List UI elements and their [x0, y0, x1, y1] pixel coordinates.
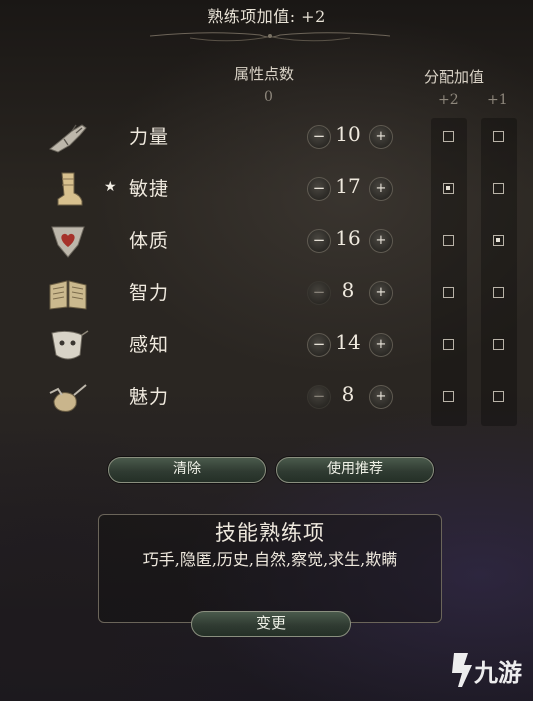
decrease-button[interactable]: − [307, 125, 331, 149]
heart-shield-icon [51, 226, 85, 258]
attribute-value: 16 [335, 226, 361, 250]
ability-points-remaining: 0 [264, 89, 273, 105]
attribute-row-intelligence: 智力 − 8 + [0, 273, 533, 313]
bonus-plus1-header: +1 [487, 92, 508, 108]
attribute-value: 14 [335, 330, 361, 354]
bonus-plus1-checkbox[interactable] [493, 339, 504, 350]
primary-ability-star-icon: ★ [104, 179, 117, 195]
attribute-value: 10 [335, 122, 361, 146]
skill-proficiency-title: 技能熟练项 [215, 521, 325, 545]
ability-points-label: 属性点数 [234, 65, 295, 83]
bonus-plus1-checkbox[interactable] [493, 287, 504, 298]
eye-mask-icon [51, 330, 89, 360]
gauntlet-icon [49, 124, 87, 153]
increase-button[interactable]: + [369, 281, 393, 305]
attribute-name: 体质 [129, 230, 170, 252]
attribute-value: 17 [335, 174, 361, 198]
attribute-name: 感知 [129, 334, 170, 356]
decrease-button[interactable]: − [307, 333, 331, 357]
attribute-name: 智力 [129, 282, 170, 304]
bonus-plus2-checkbox[interactable] [443, 235, 454, 246]
bonus-plus2-header: +2 [438, 92, 459, 108]
increase-button[interactable]: + [369, 229, 393, 253]
bonus-plus2-checkbox[interactable] [443, 131, 454, 142]
bonus-allocation-label: 分配加值 [424, 68, 485, 86]
lute-hand-icon [49, 384, 87, 412]
proficiency-bonus-title: 熟练项加值: +2 [207, 7, 326, 26]
bonus-plus1-checkbox[interactable] [493, 391, 504, 402]
bonus-plus1-checkbox[interactable] [493, 235, 504, 246]
change-skills-button[interactable]: 变更 [191, 611, 351, 637]
svg-text:九游: 九游 [473, 659, 522, 687]
decrease-button[interactable]: − [307, 281, 331, 305]
attribute-row-constitution: 体质 − 16 + [0, 221, 533, 261]
decrease-button[interactable]: − [307, 229, 331, 253]
attribute-value: 8 [341, 278, 355, 302]
attribute-row-dexterity: ★ 敏捷 − 17 + [0, 169, 533, 209]
increase-button[interactable]: + [369, 125, 393, 149]
attribute-value: 8 [341, 382, 355, 406]
increase-button[interactable]: + [369, 177, 393, 201]
attribute-row-charisma: 魅力 − 8 + [0, 377, 533, 417]
bonus-plus1-checkbox[interactable] [493, 183, 504, 194]
attribute-name: 力量 [129, 126, 170, 148]
attribute-name: 魅力 [129, 386, 170, 408]
jiuyou-logo-icon: 九游 [452, 653, 522, 687]
increase-button[interactable]: + [369, 385, 393, 409]
increase-button[interactable]: + [369, 333, 393, 357]
decrease-button[interactable]: − [307, 177, 331, 201]
bonus-plus2-checkbox[interactable] [443, 287, 454, 298]
decrease-button[interactable]: − [307, 385, 331, 409]
boot-icon [57, 172, 83, 206]
skill-proficiency-list: 巧手,隐匿,历史,自然,察觉,求生,欺瞒 [142, 550, 398, 569]
attribute-row-wisdom: 感知 − 14 + [0, 325, 533, 365]
bonus-plus2-checkbox[interactable] [443, 391, 454, 402]
clear-button[interactable]: 清除 [108, 457, 266, 483]
attribute-row-strength: 力量 − 10 + [0, 117, 533, 157]
attribute-name: 敏捷 [129, 178, 170, 200]
open-book-icon [49, 280, 87, 310]
ornament-divider [150, 32, 390, 42]
bonus-plus2-checkbox[interactable] [443, 183, 454, 194]
bonus-plus2-checkbox[interactable] [443, 339, 454, 350]
use-recommended-button[interactable]: 使用推荐 [276, 457, 434, 483]
bonus-plus1-checkbox[interactable] [493, 131, 504, 142]
